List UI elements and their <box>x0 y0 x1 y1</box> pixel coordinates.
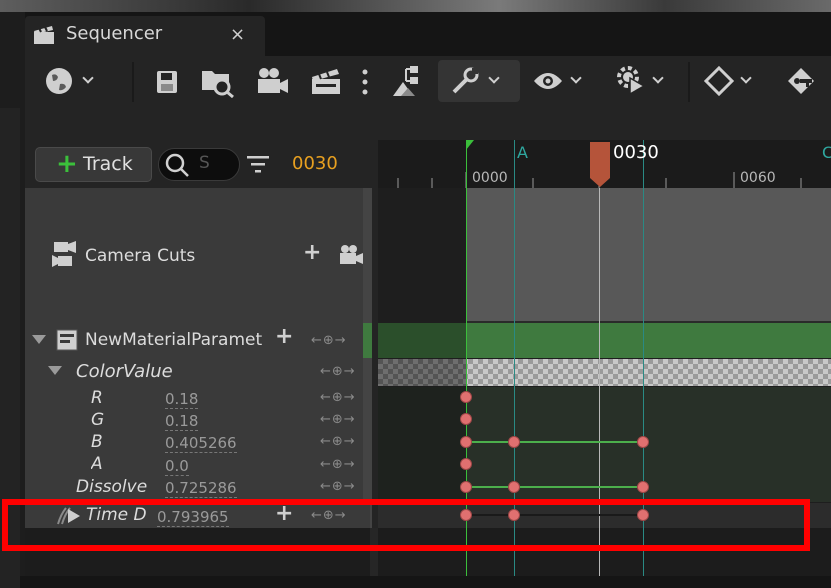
find-asset-icon[interactable] <box>201 66 235 98</box>
playback-start-marker <box>466 140 474 150</box>
dissolve-curve <box>466 486 643 488</box>
material-track-section-pre <box>378 323 466 358</box>
material-track-highlight <box>363 323 372 358</box>
keyframe[interactable] <box>460 481 472 493</box>
desktop-strip <box>0 0 831 12</box>
ruler-tick-label: 0000 <box>472 170 508 186</box>
camera-cuts-icon <box>52 241 76 267</box>
search-icon <box>165 153 189 177</box>
channel-g-key-nav[interactable]: ←⊕→ <box>320 412 356 427</box>
keyframe[interactable] <box>460 458 472 470</box>
material-track-add-button[interactable]: + <box>275 324 293 349</box>
collapse-arrow-icon[interactable] <box>32 335 46 345</box>
color-key-nav[interactable]: ←⊕→ <box>320 364 356 379</box>
channel-b-curve <box>466 441 643 443</box>
world-icon[interactable] <box>44 66 74 96</box>
eye-icon[interactable] <box>532 70 564 92</box>
channel-a-label: A <box>91 454 103 474</box>
channel-r-key-nav[interactable]: ←⊕→ <box>320 390 356 405</box>
playhead-handle[interactable] <box>589 142 611 188</box>
tab-close-button[interactable]: × <box>230 24 245 45</box>
camera-cuts-label: Camera Cuts <box>85 246 196 266</box>
channel-b-value[interactable]: 0.405266 <box>165 434 237 453</box>
clapperboard-tab-icon <box>34 26 54 44</box>
camera-icon[interactable] <box>256 66 290 96</box>
keyframe-icon[interactable] <box>704 66 734 96</box>
collapse-arrow-icon[interactable] <box>48 366 62 376</box>
material-collection-icon <box>56 329 78 351</box>
clapperboard-icon[interactable] <box>310 66 342 96</box>
keyframe[interactable] <box>460 436 472 448</box>
channel-a-value[interactable]: 0.0 <box>165 457 189 476</box>
tree-scrollbar[interactable] <box>363 188 372 528</box>
keyframe[interactable] <box>508 481 520 493</box>
camera-cuts-add-button[interactable]: + <box>303 240 321 265</box>
channel-r-label: R <box>91 388 103 408</box>
wrench-icon[interactable] <box>450 66 480 96</box>
marker-c-label[interactable]: C <box>822 143 831 162</box>
channel-g-label: G <box>91 410 105 430</box>
more-icon[interactable] <box>361 68 369 96</box>
channel-b-key-nav[interactable]: ←⊕→ <box>320 434 356 449</box>
toolbar-separator <box>688 62 690 102</box>
add-track-plus-icon: + <box>56 149 78 179</box>
channel-rows-pre <box>378 387 466 502</box>
filter-icon[interactable] <box>246 153 270 175</box>
dissolve-value[interactable]: 0.725286 <box>165 479 237 498</box>
keyframe[interactable] <box>508 436 520 448</box>
playhead-frame-label: 0030 <box>613 142 659 163</box>
keyframe[interactable] <box>637 436 649 448</box>
search-placeholder: S <box>199 153 210 173</box>
marker-a-label[interactable]: A <box>517 143 528 162</box>
camera-cuts-section[interactable] <box>466 188 831 321</box>
save-icon[interactable] <box>156 70 178 94</box>
keyframe[interactable] <box>460 413 472 425</box>
color-value-label: ColorValue <box>76 361 173 382</box>
keyframe[interactable] <box>637 481 649 493</box>
channel-a-key-nav[interactable]: ←⊕→ <box>320 457 356 472</box>
current-frame-readout[interactable]: 0030 <box>292 153 338 174</box>
keyframe[interactable] <box>460 391 472 403</box>
material-track-section[interactable] <box>466 323 831 358</box>
dissolve-label: Dissolve <box>76 477 148 497</box>
channel-b-label: B <box>91 432 103 452</box>
annotation-highlight-box <box>2 499 810 551</box>
toolbar-separator <box>132 62 134 102</box>
channel-g-value[interactable]: 0.18 <box>165 412 199 431</box>
key-icon[interactable] <box>786 66 820 96</box>
tab-title: Sequencer <box>66 23 163 44</box>
material-track-label: NewMaterialParameterCollection <box>85 330 263 350</box>
material-key-nav[interactable]: ←⊕→ <box>311 333 347 348</box>
color-value-preview-pre <box>378 359 466 386</box>
channel-r-value[interactable]: 0.18 <box>165 390 199 409</box>
add-track-label: Track <box>83 153 133 175</box>
hierarchy-icon[interactable] <box>390 64 424 98</box>
camera-add-icon[interactable] <box>338 244 364 266</box>
left-dock-edge <box>0 12 25 588</box>
gear-play-icon[interactable] <box>614 64 648 98</box>
dissolve-key-nav[interactable]: ←⊕→ <box>320 479 356 494</box>
ruler-tick-label: 0060 <box>740 170 776 186</box>
